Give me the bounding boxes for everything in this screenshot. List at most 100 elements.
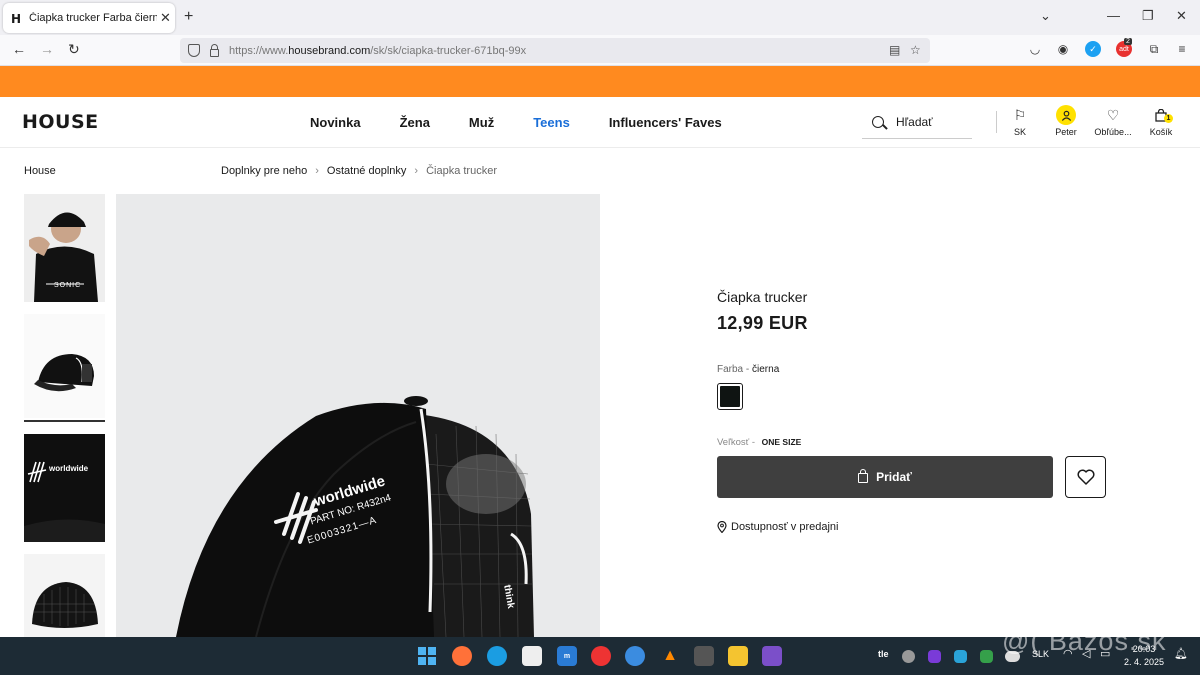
add-to-cart-button[interactable]: Pridať bbox=[717, 456, 1053, 498]
account-label: Peter bbox=[1055, 127, 1077, 137]
thumbnail-3[interactable]: worldwide bbox=[24, 434, 105, 542]
app-icon[interactable]: m bbox=[557, 646, 577, 666]
color-swatch-black[interactable] bbox=[717, 383, 743, 410]
product-name: Čiapka trucker bbox=[717, 289, 808, 305]
clock-date: 2. 4. 2025 bbox=[1124, 657, 1165, 667]
app-globe-icon[interactable] bbox=[625, 646, 645, 666]
tray-security-icon[interactable] bbox=[980, 650, 993, 663]
heart-icon: ♡ bbox=[1106, 106, 1120, 123]
reload-icon[interactable]: ↻ bbox=[68, 41, 80, 58]
restore-icon[interactable]: ❐ bbox=[1142, 8, 1154, 24]
country-selector[interactable]: ⚐ SK bbox=[995, 105, 1045, 138]
nav-item-muz[interactable]: Muž bbox=[469, 115, 494, 130]
browser-nav-bar: ← → ↻ https://www.housebrand.com/sk/sk/c… bbox=[0, 35, 1200, 66]
tray-text: tle bbox=[878, 649, 889, 659]
minimize-icon[interactable]: — bbox=[1107, 8, 1120, 23]
store-availability-link[interactable]: Dostupnosť v predajni bbox=[717, 521, 838, 533]
onenote-icon[interactable] bbox=[928, 650, 941, 663]
list-all-tabs-icon[interactable]: ⌄ bbox=[1040, 8, 1051, 24]
new-tab-icon[interactable]: + bbox=[184, 8, 193, 26]
nav-item-zena[interactable]: Žena bbox=[400, 115, 430, 130]
breadcrumb-current: Čiapka trucker bbox=[426, 165, 497, 177]
windows-start-icon[interactable] bbox=[417, 646, 437, 666]
brand-crumb[interactable]: House bbox=[24, 165, 56, 177]
color-value: čierna bbox=[752, 364, 780, 375]
forward-icon[interactable]: → bbox=[40, 41, 54, 57]
wishlist-button[interactable]: ♡ Obľúbe... bbox=[1088, 105, 1138, 138]
bag-icon bbox=[858, 469, 869, 483]
close-tab-icon[interactable]: ✕ bbox=[160, 10, 171, 26]
location-pin-icon bbox=[717, 521, 727, 533]
wishlist-label: Obľúbe... bbox=[1094, 127, 1132, 137]
browser-tab-bar: H Čiapka trucker Farba čierna - H ✕ + ⌄ … bbox=[0, 0, 1200, 35]
thumbnail-1[interactable]: SONIC bbox=[24, 194, 105, 302]
app-purple-icon[interactable] bbox=[762, 646, 782, 666]
thumbnail-active-indicator bbox=[24, 420, 105, 422]
cart-button[interactable]: 1 Košík bbox=[1136, 105, 1186, 137]
breadcrumb-item[interactable]: Doplnky pre neho bbox=[221, 165, 307, 177]
pocket-icon[interactable]: ◡ bbox=[1027, 41, 1043, 57]
breadcrumb: Doplnky pre neho › Ostatné doplnky › Čia… bbox=[221, 165, 497, 177]
color-label: Farba - čierna bbox=[717, 364, 780, 375]
url-text: https://www.housebrand.com/sk/sk/ciapka-… bbox=[229, 44, 527, 57]
firefox-icon[interactable] bbox=[452, 646, 472, 666]
flag-icon: ⚐ bbox=[1013, 106, 1027, 123]
country-label: SK bbox=[1013, 127, 1026, 137]
nav-item-teens[interactable]: Teens bbox=[533, 115, 570, 130]
account-button[interactable]: Peter bbox=[1041, 105, 1091, 137]
cart-count-badge: 1 bbox=[1164, 114, 1173, 123]
menu-icon[interactable]: ≡ bbox=[1174, 41, 1190, 57]
notification-bell-icon[interactable]: 🔔︎ bbox=[1174, 647, 1188, 660]
app-red-icon[interactable] bbox=[591, 646, 611, 666]
user-icon bbox=[1056, 105, 1076, 125]
site-header: HOUSE Novinka Žena Muž Teens Influencers… bbox=[0, 97, 1200, 148]
add-to-wishlist-button[interactable] bbox=[1065, 456, 1106, 498]
thumbnail-print-text: worldwide bbox=[49, 464, 89, 473]
breadcrumb-item[interactable]: Ostatné doplnky bbox=[327, 165, 407, 177]
thumbnail-4[interactable] bbox=[24, 554, 105, 637]
store-availability-label: Dostupnosť v predajni bbox=[731, 521, 839, 533]
product-price: 12,99 EUR bbox=[717, 313, 808, 333]
cart-label: Košík bbox=[1149, 127, 1173, 137]
tray-app-icon[interactable] bbox=[902, 650, 915, 663]
extension-blue-icon[interactable]: ✓ bbox=[1085, 41, 1101, 57]
vlc-icon[interactable]: ▲ bbox=[660, 646, 680, 666]
bookmark-star-icon[interactable]: ☆ bbox=[910, 43, 921, 57]
add-to-cart-label: Pridať bbox=[876, 470, 912, 484]
search-placeholder: Hľadať bbox=[896, 115, 933, 129]
nav-item-novinka[interactable]: Novinka bbox=[310, 115, 361, 130]
tracking-protection-icon[interactable] bbox=[188, 44, 200, 57]
chevron-right-icon: › bbox=[414, 165, 419, 177]
extensions-icon[interactable]: ⧉ bbox=[1146, 41, 1162, 57]
browser-tab[interactable]: H Čiapka trucker Farba čierna - H ✕ bbox=[3, 3, 175, 33]
site-favicon-icon: H bbox=[11, 12, 22, 26]
product-main-image[interactable]: worldwide PART NO: R432n4 E0003321—A thi… bbox=[116, 194, 600, 637]
tab-title: Čiapka trucker Farba čierna - H bbox=[29, 12, 157, 24]
nav-item-influencers[interactable]: Influencers' Faves bbox=[609, 115, 722, 130]
address-bar[interactable]: https://www.housebrand.com/sk/sk/ciapka-… bbox=[180, 38, 930, 63]
edge-icon[interactable] bbox=[487, 646, 507, 666]
app-tools-icon[interactable] bbox=[694, 646, 714, 666]
file-explorer-icon[interactable] bbox=[728, 646, 748, 666]
thumbnail-2[interactable] bbox=[24, 314, 105, 418]
site-logo[interactable]: HOUSE bbox=[22, 111, 99, 133]
promo-banner[interactable] bbox=[0, 66, 1200, 97]
extension-badge: 2 bbox=[1124, 38, 1132, 45]
thumbnail-print-text: SONIC bbox=[54, 282, 82, 289]
watermark: @( Bazos.sk bbox=[1002, 626, 1167, 656]
store-icon[interactable] bbox=[522, 646, 542, 666]
heart-icon bbox=[1077, 469, 1094, 485]
close-window-icon[interactable]: ✕ bbox=[1176, 8, 1187, 24]
chevron-right-icon: › bbox=[315, 165, 319, 177]
account-icon[interactable]: ◉ bbox=[1055, 41, 1071, 57]
size-value: ONE SIZE bbox=[761, 437, 802, 447]
search-input[interactable]: Hľadať bbox=[862, 106, 972, 139]
cart-icon bbox=[1136, 105, 1186, 125]
lock-icon[interactable] bbox=[210, 43, 219, 57]
reader-view-icon[interactable]: ▤ bbox=[889, 43, 900, 57]
search-icon bbox=[872, 116, 884, 128]
back-icon[interactable]: ← bbox=[12, 41, 26, 57]
size-label: Veľkosť - ONE SIZE bbox=[717, 437, 802, 448]
main-nav: Novinka Žena Muž Teens Influencers' Fave… bbox=[310, 115, 722, 130]
tray-shield-icon[interactable] bbox=[954, 650, 967, 663]
